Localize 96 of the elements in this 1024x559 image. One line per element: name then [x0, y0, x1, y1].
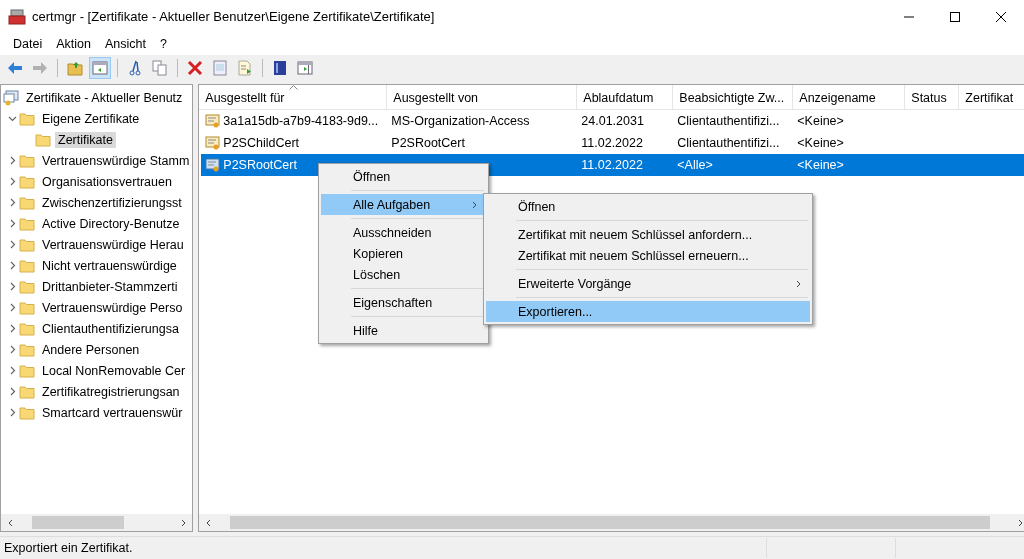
folder-icon [19, 216, 35, 231]
certificate-icon [205, 113, 222, 129]
sort-caret-icon [288, 85, 298, 90]
table-cell: P2SRootCert [223, 158, 297, 172]
properties-icon [212, 59, 228, 76]
folder-icon [19, 363, 35, 378]
table-cell: P2SRootCert [391, 136, 465, 150]
menu-item[interactable]: Zertifikat mit neuem Schlüssel erneuern... [486, 245, 810, 266]
table-row[interactable]: P2SChildCert P2SRootCert 11.02.2022 Clientauthentifizi... <Keine> [201, 132, 1024, 154]
menu-item[interactable]: Alle Aufgaben [321, 194, 486, 215]
expanded-chevron-icon[interactable] [7, 114, 17, 123]
menu-item[interactable]: Löschen [321, 264, 486, 285]
column-header[interactable]: Anzeigename [793, 85, 906, 109]
copy-icon [152, 59, 168, 76]
tree-item[interactable]: Andere Personen [39, 341, 143, 358]
delete-icon [187, 59, 203, 76]
menu-item[interactable]: Öffnen [486, 196, 810, 217]
tree-item[interactable]: Active Directory-Benutze [39, 215, 183, 232]
table-cell: Clientauthentifizi... [677, 136, 780, 150]
table-cell: 24.01.2031 [581, 114, 644, 128]
table-cell: MS-Organization-Access [391, 114, 530, 128]
toolbox-icon [8, 8, 26, 25]
help-book-icon [272, 59, 288, 76]
close-icon [996, 11, 1006, 22]
tree-item[interactable]: Zwischenzertifizierungsst [39, 194, 185, 211]
certificate-store-icon [3, 89, 19, 106]
table-cell: <Keine> [797, 114, 844, 128]
tree-item[interactable]: Eigene Zertifikate [39, 110, 143, 127]
menu-bar-item[interactable]: ? [152, 35, 174, 53]
tree-item[interactable]: Zertifikate - Aktueller Benutz [23, 89, 186, 106]
menu-item[interactable]: Hilfe [321, 320, 486, 341]
folder-icon [19, 153, 35, 168]
scroll-left-icon[interactable] [6, 518, 13, 527]
scroll-right-icon[interactable] [180, 518, 187, 527]
tree-item[interactable]: Vertrauenswürdige Stamm [39, 152, 193, 169]
menu-bar-item[interactable]: Datei [6, 35, 50, 53]
tree-item[interactable]: Organisationsvertrauen [39, 173, 175, 190]
pane-icon [297, 59, 313, 76]
tree-item[interactable]: Vertrauenswürdige Herau [39, 236, 187, 253]
menu-item[interactable]: Ausschneiden [321, 222, 486, 243]
folder-icon [19, 405, 35, 420]
folder-icon [19, 300, 35, 315]
export-list-icon [237, 59, 253, 76]
scissors-icon [127, 59, 143, 76]
certificate-icon [205, 157, 222, 173]
menu-item[interactable]: Erweiterte Vorgänge [486, 273, 810, 294]
scroll-right-icon[interactable] [1017, 518, 1024, 527]
forward-arrow-icon [32, 59, 48, 76]
folder-icon [19, 384, 35, 399]
tree-item[interactable]: Local NonRemovable Cer [39, 362, 189, 379]
column-header[interactable]: Ausgestellt für [199, 85, 388, 109]
menu-bar-item[interactable]: Ansicht [97, 35, 153, 53]
column-header[interactable]: Status [905, 85, 960, 109]
table-cell: 11.02.2022 [581, 136, 643, 150]
scroll-left-icon[interactable] [204, 518, 211, 527]
tree-item[interactable]: Vertrauenswürdige Perso [39, 299, 186, 316]
folder-icon [19, 237, 35, 252]
table-cell: Clientauthentifizi... [677, 114, 780, 128]
table-cell: <Alle> [677, 158, 713, 172]
table-cell: 11.02.2022 [581, 158, 643, 172]
folder-icon [19, 279, 35, 294]
folder-icon [19, 174, 35, 189]
folder-icon [19, 321, 35, 336]
folder-icon [19, 111, 35, 126]
table-row[interactable]: 3a1a15db-a7b9-4183-9d9... MS-Organization-Access 24.01.2031 Clientauthentifizi... <Keine> [201, 110, 1024, 132]
table-cell: 3a1a15db-a7b9-4183-9d9... [223, 114, 379, 128]
tree-item[interactable]: Smartcard vertrauenswür [39, 404, 186, 421]
column-header[interactable]: Zertifikat [959, 85, 1024, 109]
menu-item[interactable]: Eigenschaften [321, 292, 486, 313]
status-text: Exportiert ein Zertifikat. [3, 541, 134, 555]
tree-item[interactable]: Clientauthentifizierungsa [39, 320, 182, 337]
menu-item[interactable]: Kopieren [321, 243, 486, 264]
tree-item[interactable]: Nicht vertrauenswürdige [39, 257, 180, 274]
folder-icon [19, 342, 35, 357]
table-cell: <Keine> [797, 136, 844, 150]
tree-item[interactable]: Zertifikatregistrierungsan [39, 383, 183, 400]
folder-up-icon [67, 59, 83, 76]
column-header[interactable]: Ausgestellt von [387, 85, 578, 109]
menu-item[interactable]: Zertifikat mit neuem Schlüssel anfordern... [486, 224, 810, 245]
window-title: certmgr - [Zertifikate - Aktueller Benutzer\Eigene Zertifikate\Zertifikate] [32, 9, 436, 24]
column-header[interactable]: Beabsichtigte Zw... [673, 85, 794, 109]
console-tree-icon [92, 59, 108, 76]
column-header[interactable]: Ablaufdatum [577, 85, 674, 109]
scrollbar-thumb[interactable] [32, 516, 124, 529]
certificate-icon [205, 135, 222, 151]
tree-item[interactable]: Drittanbieter-Stammzerti [39, 278, 181, 295]
tree-item[interactable]: Zertifikate [55, 131, 116, 148]
scrollbar-thumb[interactable] [230, 516, 991, 529]
folder-icon [19, 258, 35, 273]
menu-item[interactable]: Exportieren... [486, 301, 810, 322]
folder-icon [35, 132, 51, 147]
folder-icon [19, 195, 35, 210]
menu-bar-item[interactable]: Aktion [49, 35, 98, 53]
table-cell: P2SChildCert [223, 136, 300, 150]
maximize-icon [950, 11, 960, 22]
table-cell: <Keine> [797, 158, 844, 172]
